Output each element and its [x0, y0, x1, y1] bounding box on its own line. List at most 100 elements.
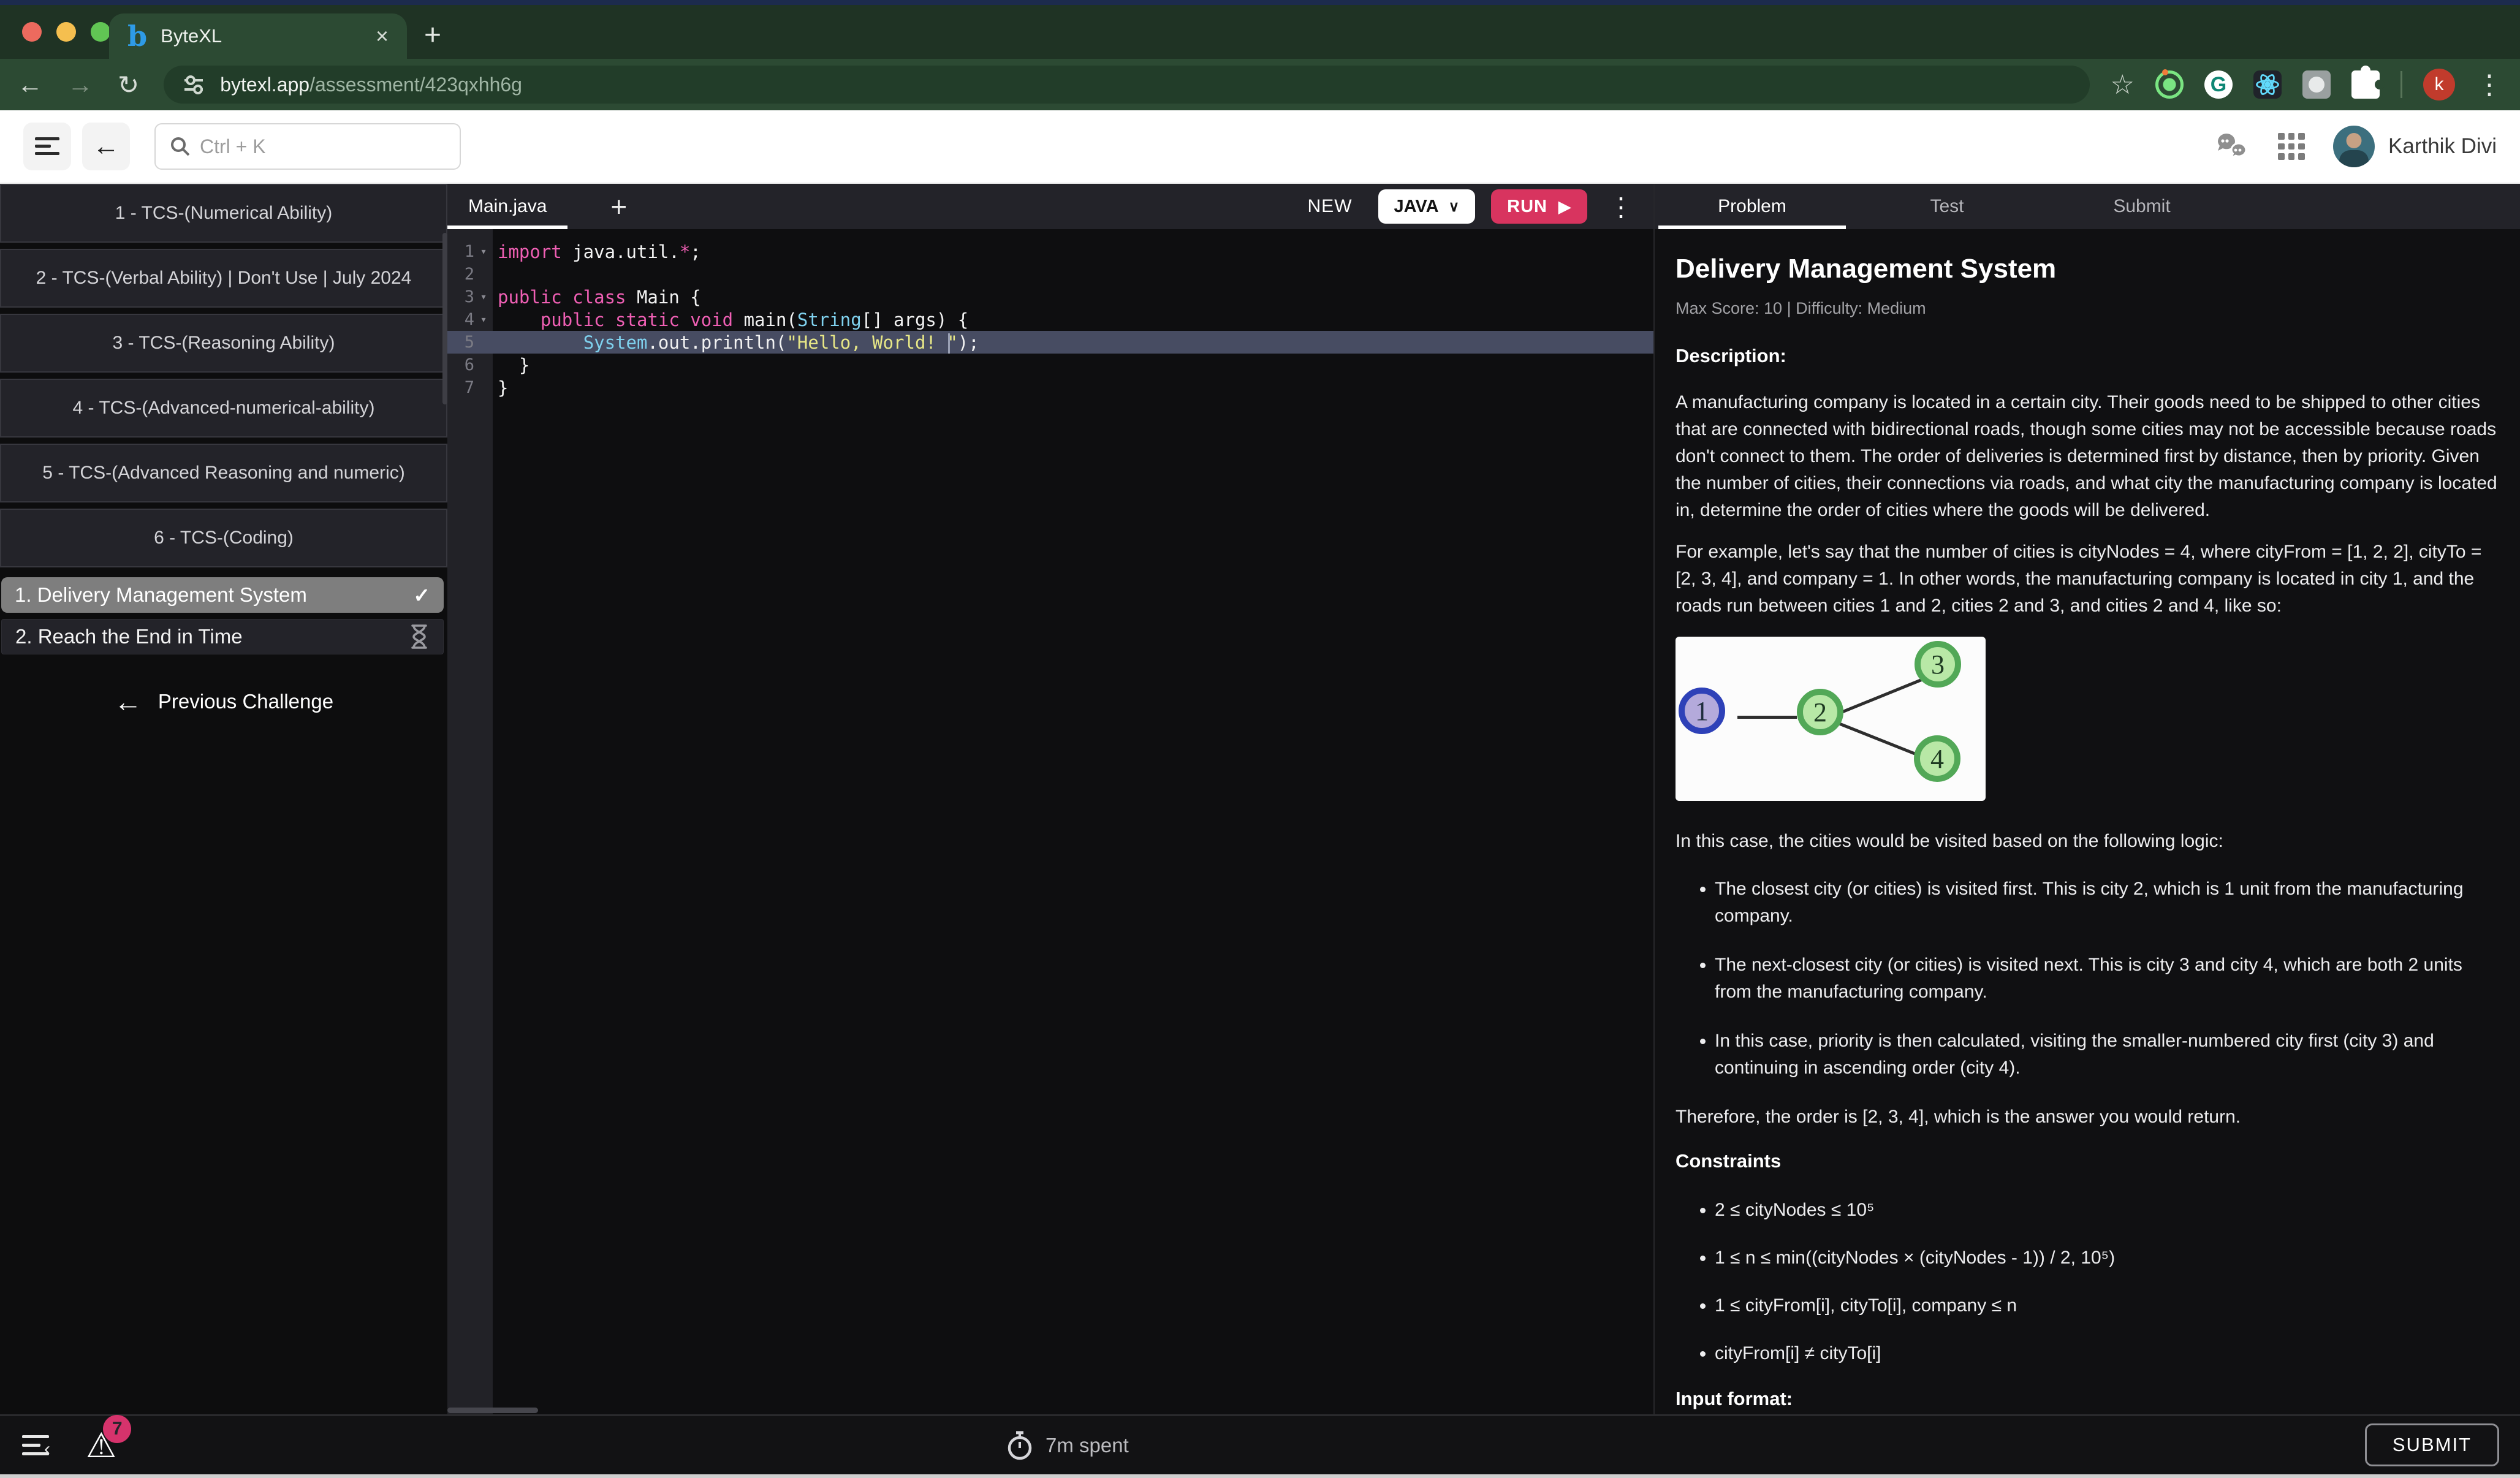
submit-button[interactable]: SUBMIT: [2365, 1423, 2499, 1466]
code-token: }: [498, 355, 529, 376]
left-arrow-icon: ←: [114, 685, 142, 718]
url-path: /assessment/423qxhh6g: [309, 74, 522, 96]
file-tab[interactable]: Main.java: [447, 184, 567, 229]
code-token: public static void: [541, 309, 733, 330]
orbit-extension-icon[interactable]: [2155, 70, 2184, 99]
editor-menu-icon[interactable]: ⋮: [1608, 192, 1634, 222]
code-token: String: [797, 309, 862, 330]
fold-caret-icon[interactable]: ▾: [474, 290, 493, 303]
code-text: }: [493, 355, 529, 376]
new-tab-button[interactable]: +: [424, 18, 441, 52]
code-line[interactable]: 3 ▾ public class Main {: [447, 286, 1653, 308]
language-select[interactable]: JAVA ∨: [1378, 189, 1476, 224]
screen: b ByteXL × + ← → ↻ bytexl.app/assessment…: [0, 0, 2520, 1478]
search-box[interactable]: [154, 123, 461, 170]
browser-menu-icon[interactable]: ⋮: [2476, 69, 2503, 100]
code-line[interactable]: 2: [447, 263, 1653, 286]
logic-intro: In this case, the cities would be visite…: [1676, 828, 2507, 855]
window-minimize-button[interactable]: [56, 22, 76, 42]
code-line[interactable]: 7 }: [447, 376, 1653, 399]
window-zoom-button[interactable]: [91, 22, 110, 42]
sidebar-section-item[interactable]: 2 - TCS-(Verbal Ability) | Don't Use | J…: [0, 249, 447, 308]
panel-tab[interactable]: Problem: [1655, 184, 1850, 229]
section-label: 4 - TCS-(Advanced-numerical-ability): [73, 398, 375, 419]
challenge-item-selected[interactable]: 1. Delivery Management System ✓: [1, 577, 444, 613]
graph-node-3: 3: [1915, 641, 1961, 688]
user-name: Karthik Divi: [2388, 134, 2497, 159]
run-button[interactable]: RUN ▶: [1491, 189, 1587, 224]
problem-content[interactable]: Delivery Management System Max Score: 10…: [1655, 229, 2520, 1414]
code-line[interactable]: 1 ▾ import java.util.*;: [447, 240, 1653, 263]
constraints-list: 2 ≤ cityNodes ≤ 10⁵1 ≤ n ≤ min((cityNode…: [1676, 1197, 2511, 1367]
code-line[interactable]: 5 System.out.println("Hello, World! ");: [447, 331, 1653, 354]
example-paragraph: For example, let's say that the number o…: [1676, 539, 2507, 620]
react-devtools-icon[interactable]: [2253, 70, 2282, 99]
code-token: main(: [733, 309, 797, 330]
bookmark-star-icon[interactable]: ☆: [2111, 69, 2135, 100]
language-label: JAVA: [1394, 197, 1439, 217]
search-input[interactable]: [200, 135, 446, 158]
panel-tab[interactable]: Submit: [2044, 184, 2239, 229]
back-button[interactable]: ←: [82, 123, 130, 170]
code-line[interactable]: 4 ▾ public static void main(String[] arg…: [447, 308, 1653, 331]
problem-meta: Max Score: 10 | Difficulty: Medium: [1676, 299, 2511, 318]
graph-node-4: 4: [1914, 735, 1960, 782]
problem-title: Delivery Management System: [1676, 254, 2511, 284]
tab-close-icon[interactable]: ×: [376, 23, 389, 49]
sidebar-section-item[interactable]: 4 - TCS-(Advanced-numerical-ability): [0, 379, 447, 438]
chat-bubbles-icon[interactable]: [2215, 132, 2250, 161]
sections-menu-button[interactable]: [23, 123, 71, 170]
city-graph-figure: 1 2 3 4: [1676, 637, 1986, 801]
window-close-button[interactable]: [22, 22, 42, 42]
code-token: ;: [690, 241, 700, 262]
challenge-item[interactable]: 2. Reach the End in Time: [1, 619, 444, 654]
code-line[interactable]: 6 }: [447, 354, 1653, 376]
screenshot-extension-icon[interactable]: [2302, 70, 2331, 99]
section-label: 5 - TCS-(Advanced Reasoning and numeric): [42, 463, 404, 483]
code-area[interactable]: 1 ▾ import java.util.*; 2 3: [447, 229, 1653, 1414]
user-avatar[interactable]: [2333, 126, 2375, 167]
browser-tab[interactable]: b ByteXL ×: [109, 13, 407, 59]
collapse-list-icon: ‹: [22, 1435, 49, 1456]
sidebar-section-item[interactable]: 1 - TCS-(Numerical Ability): [0, 184, 447, 243]
reload-icon[interactable]: ↻: [118, 70, 139, 100]
omnibox[interactable]: bytexl.app/assessment/423qxhh6g: [164, 66, 2089, 104]
fold-caret-icon[interactable]: ▾: [474, 313, 493, 326]
code-token: [498, 309, 541, 330]
panel-tab[interactable]: Test: [1850, 184, 2044, 229]
line-number: 4: [447, 310, 474, 329]
apps-grid-icon[interactable]: [2278, 133, 2305, 160]
forward-icon[interactable]: →: [67, 70, 93, 99]
new-button[interactable]: NEW: [1308, 196, 1353, 217]
tab-title: ByteXL: [161, 25, 222, 47]
sidebar-section-item[interactable]: 6 - TCS-(Coding): [0, 509, 447, 567]
code-token: *: [680, 241, 690, 262]
extensions-puzzle-icon[interactable]: [2351, 70, 2380, 99]
bottom-bar: ‹ ⚠ 7 7m spent SUBMIT: [0, 1414, 2520, 1474]
logic-bullet: In this case, priority is then calculate…: [1715, 1028, 2491, 1082]
back-icon[interactable]: ←: [17, 70, 43, 99]
sidebar-section-item[interactable]: 5 - TCS-(Advanced Reasoning and numeric): [0, 444, 447, 502]
code-text: }: [493, 377, 508, 398]
pending-hourglass-icon: [409, 623, 430, 650]
code-lines: 1 ▾ import java.util.*; 2 3: [447, 240, 1653, 399]
warnings-button[interactable]: ⚠ 7: [86, 1428, 116, 1463]
time-spent-label: 7m spent: [1046, 1434, 1129, 1457]
editor-horizontal-scrollbar[interactable]: [447, 1408, 538, 1413]
previous-challenge-button[interactable]: ← Previous Challenge: [0, 685, 447, 718]
browser-profile-avatar[interactable]: k: [2423, 69, 2455, 100]
line-number: 3: [447, 287, 474, 306]
question-list-button[interactable]: ‹: [22, 1435, 49, 1456]
sidebar-section-item[interactable]: 3 - TCS-(Reasoning Ability): [0, 314, 447, 373]
fold-caret-icon[interactable]: ▾: [474, 245, 493, 258]
panel-tabs: Problem Test Submit: [1655, 184, 2520, 229]
file-tab-label: Main.java: [468, 196, 547, 217]
site-settings-icon[interactable]: [182, 73, 205, 96]
completed-check-icon: ✓: [413, 583, 430, 607]
add-file-icon[interactable]: +: [610, 190, 627, 223]
code-text: System.out.println("Hello, World! ");: [493, 332, 979, 353]
sidebar-scrollbar[interactable]: [442, 233, 447, 404]
grammarly-icon[interactable]: G: [2204, 70, 2233, 99]
app-toolbar: ← Karthik Divi: [0, 110, 2520, 184]
graph-node-1: 1: [1679, 688, 1725, 734]
